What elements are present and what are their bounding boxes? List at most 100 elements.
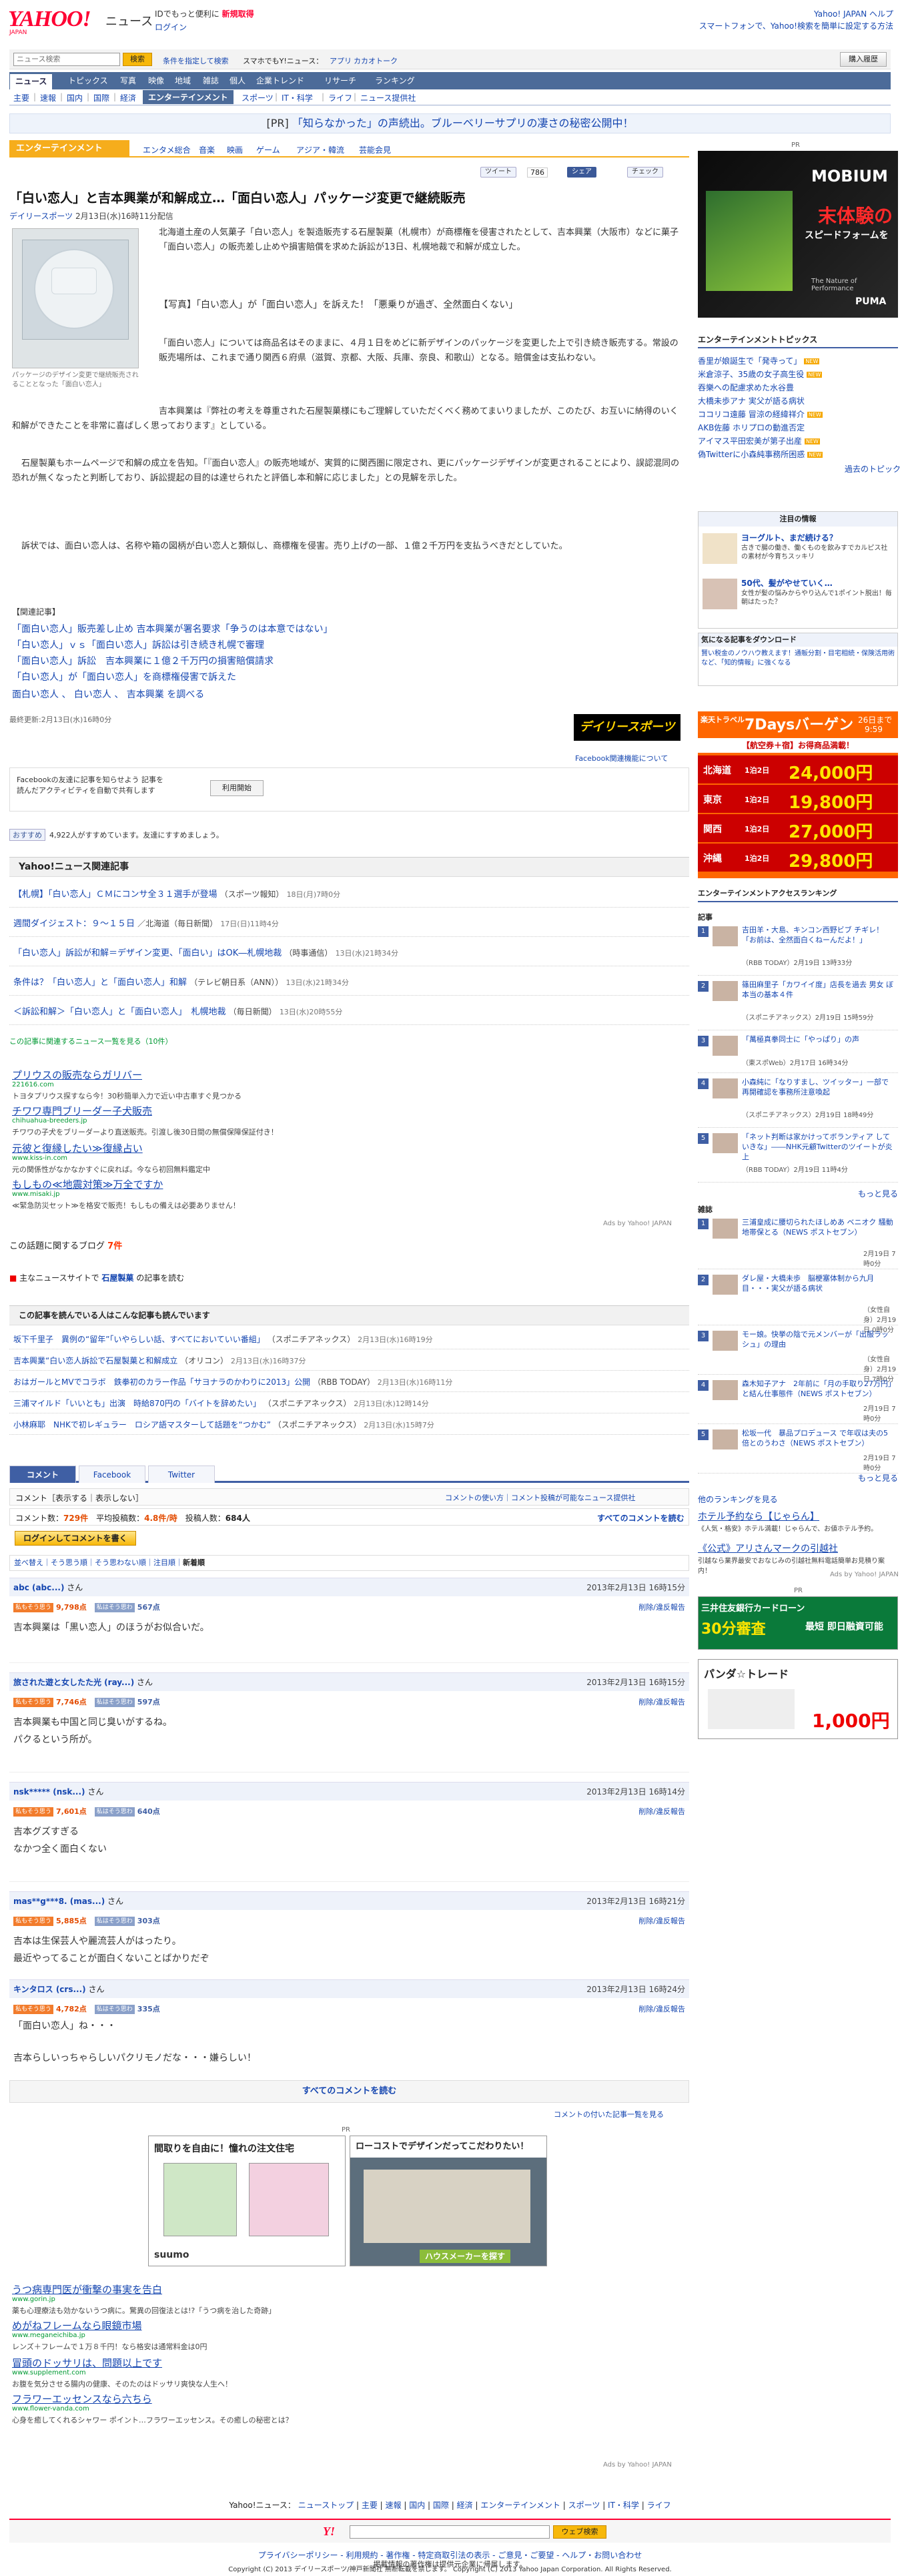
subnav-international[interactable]: 国際 [93,92,109,103]
subnav-economy[interactable]: 経済 [120,92,136,103]
tab-topics[interactable]: トピックス [63,72,113,89]
ad-url[interactable]: www.supplement.com [12,2369,86,2376]
footer-link[interactable]: 国内 [409,2501,425,2510]
rank-thumbnail[interactable] [713,981,738,1001]
related-article-link[interactable]: 「面白い恋人」販売差し止め 吉本興業が署名要求「争うのは本意ではない」 [12,622,332,635]
footer-link[interactable]: ライフ [647,2501,671,2510]
rank-more-link[interactable]: もっと見る [858,1188,898,1199]
daily-sports-logo[interactable]: デイリースポーツ [574,714,681,741]
facebook-start-button[interactable]: 利用開始 [210,780,264,796]
cat-link-movie[interactable]: 映画 [227,144,243,155]
ad-url[interactable]: www.gorin.jp [12,2296,55,2303]
footer-yahoo-logo[interactable]: Y! [323,2525,335,2539]
footer-link[interactable]: ニューストップ [298,2501,354,2510]
rank2-more-link[interactable]: もっと見る [858,1472,898,1484]
ranking-item[interactable]: 2 篠田麻里子「カワイイ度」店長を過去 男女 ぼ本当の基本４件 （スポニチアネックス… [698,978,898,1030]
topic-link[interactable]: AKB佐藤 ホリプロの動進否定 [698,422,805,433]
also-read-title[interactable]: 三浦マイルド「いいとも」出演 時給870円の「バイトを辞めたい」 [13,1399,261,1408]
subnav-flash[interactable]: 速報 [40,92,56,103]
comment-author[interactable]: abc (abc...) [13,1583,64,1592]
cat-link-press[interactable]: 芸能会見 [359,144,391,155]
footer-link[interactable]: 速報 [386,2501,402,2510]
section-title[interactable]: ニュース [105,12,153,29]
also-read-item[interactable]: 吉本興業“白い恋人訴訟で石屋製菓と和解成立 （オリコン） 2月13日(水)16時… [9,1351,689,1371]
rank-title[interactable]: モー娘。快挙の陰で元メンバーが「出服ラッシュ」の理由 [742,1329,894,1349]
ad-title[interactable]: 冒頭のドッサリは、問題以上です [12,2356,162,2370]
disagree-button[interactable]: 私はそう思わない [94,1917,135,1934]
article-source-link[interactable]: デイリースポーツ [9,212,73,221]
tweet-button[interactable]: ツイート [480,167,516,178]
like-button[interactable]: おすすめ [9,829,45,841]
cat-link-general[interactable]: エンタメ総合 [143,144,191,155]
pr-banner[interactable]: [PR] 「知らなかった」の声続出。ブルーベリーサプリの凄さの秘密公開中！ [9,113,891,133]
topic-link[interactable]: 香里が娘誕生で「発寺って」 NEW [698,355,820,366]
rank-title[interactable]: ダレ屋・大橋未歩 脳梗塞体制から九月目・・・実父が語る病状 [742,1273,894,1293]
report-link[interactable]: 削除/違反報告 [638,1602,685,1612]
subnav-sports[interactable]: スポーツ [242,92,274,103]
rank-thumbnail[interactable] [713,1133,738,1153]
footer-link[interactable]: スポーツ [568,2501,600,2510]
ad-url[interactable]: chihuahua-breeders.jp [12,1117,87,1124]
ranking-item[interactable]: 1 吉田羊・大島、キンコン西野ビブ チギレ！「お前は、全然面白くねーんだよ！」 （R… [698,924,898,976]
rank-title[interactable]: 森木知子アナ 2年前に「月の手取り27万円」と結ん仕事態件（NEWS ポストセブ… [742,1379,894,1399]
check-button[interactable]: チェック [627,167,663,178]
rank-title[interactable]: 小森純に「なりすまし、ツイッター」一部で再開確認を事務所注意喚起 [742,1077,894,1097]
comment-author[interactable]: 旅された遊と女したた光 (ray...) [13,1678,134,1687]
disagree-button[interactable]: 私はそう思わない [94,1807,135,1825]
other-ranking-link[interactable]: 他のランキングを見る [698,1494,778,1505]
related-news-title[interactable]: 【札幌】「白い恋人」ＣＭにコンサ全３１選手が登場 [13,890,217,900]
ranking-item[interactable]: 5 「ネット判断は家かけってボランティア していきな」――NHK元顧Twitter… [698,1131,898,1183]
ad-title[interactable]: めがねフレームなら眼鏡市場 [12,2318,142,2332]
cat-link-game[interactable]: ゲーム [256,144,280,155]
report-link[interactable]: 削除/違反報告 [638,1806,685,1817]
agree-button[interactable]: 私もそう思う [13,1917,53,1926]
tab-video[interactable]: 映像 [143,72,169,89]
signup-link[interactable]: 新規取得 [222,9,254,19]
photo-link[interactable]: 【写真】「白い恋人」が「面白い恋人」を訴えた！「悪乗りが過ぎ、全然面白くない」 [159,298,686,312]
topic-link[interactable]: アイマス平田宏美が第子出産 NEW [698,435,820,446]
topic-text[interactable]: 香里が娘誕生で「発寺って」 [698,356,801,366]
news-sites-keyword[interactable]: 石屋製菓 [101,1273,133,1283]
pr-banner-text[interactable]: 「知らなかった」の声続出。ブルーベリーサプリの凄さの秘密公開中！ [292,117,634,129]
ad-title[interactable]: フラワーエッセンスなら六ちら [12,2392,152,2406]
cat-link-asia[interactable]: アジア・韓流 [296,144,344,155]
comment-show-toggle[interactable]: コメント［表示する｜表示しない］ [15,1492,143,1504]
disagree-button[interactable]: 私はそう思わない [94,1698,135,1715]
ad-title[interactable]: 元彼と復縁したい≫復縁占い [12,1141,143,1155]
past-topics-link[interactable]: 過去のトピックス [845,463,900,474]
ranking-item[interactable]: 3 「萬極真拳同士に「やっぱり」の声 （東スポWeb）2月17日 16時34分 [698,1033,898,1073]
blogs-count[interactable]: 7件 [107,1241,122,1251]
subnav-it[interactable]: IT・科学 [282,92,313,103]
ranking-item[interactable]: 2 ダレ屋・大橋未歩 脳梗塞体制から九月目・・・実父が語る病状 （女性自身）2月19… [698,1272,898,1334]
comment-author[interactable]: キンタロス (crs...) [13,1985,86,1994]
related-news-more-link[interactable]: この記事に関連するニュース一覧を見る（10件） [9,1036,172,1046]
side-ads-by-label[interactable]: Ads by Yahoo! JAPAN [830,1571,899,1578]
rank-title[interactable]: 篠田麻里子「カワイイ度」店長を過去 男女 ぼ本当の基本４件 [742,980,894,1000]
also-read-item[interactable]: おはガールとMVでコラボ 鉄拳初のカラー作品「サヨナラのかわりに2013」公開 … [9,1372,689,1392]
agree-button[interactable]: 私もそう思う [13,1807,53,1817]
also-read-title[interactable]: 坂下千里子 異例の“留年”「いやらしい話、すべてにおいていい番組」 [13,1335,265,1344]
related-news-title[interactable]: ＜訴訟和解＞「白い恋人」と「面白い恋人」 札幌地裁 [13,1007,226,1017]
kakao-link[interactable]: カカオトーク [354,55,398,66]
keyword-search-link[interactable]: 面白い恋人 、 白い恋人 、 吉本興業 を調べる [12,687,204,701]
login-link[interactable]: ログイン [155,21,187,33]
related-news-title[interactable]: 週間ダイジェスト：９～１５日 [13,919,135,929]
topic-text[interactable]: 偽Twitterに小森純事務所困惑 [698,450,805,459]
related-article-link[interactable]: 「白い恋人」ｖｓ「面白い恋人」訴訟は引き続き札幌で審理 [12,638,264,651]
topic-text[interactable]: 米倉涼子、35歳の女子高生役 [698,370,804,379]
comment-author[interactable]: mas**g***8. (mas...) [13,1897,105,1906]
related-news-title[interactable]: 条件は？「白い恋人」と「面白い恋人」和解 [13,978,187,988]
related-news-item[interactable]: 条件は？「白い恋人」と「面白い恋人」和解 （テレビ朝日系（ANN）） 13日(水… [9,969,689,996]
tab-ranking[interactable]: ランキング [370,72,420,89]
ad-title[interactable]: うつ病専門医が衝撃の事実を告白 [12,2282,162,2296]
also-read-title[interactable]: 小林麻耶 NHKで初レギュラー ロシア語マスターして話題を“つかむ” [13,1420,271,1429]
topic-link[interactable]: ココリコ遠藤 冒涼の経緯祥介 NEW [698,408,823,420]
subnav-life[interactable]: ライフ [328,92,352,103]
footer-search-button[interactable]: ウェブ検索 [553,2525,606,2539]
side-ad-link-title[interactable]: ホテル予約なら【じゃらん】 [698,1510,819,1523]
ad-url[interactable]: www.kiss-in.com [12,1155,67,1162]
ad-title[interactable]: もしもの≪地震対策≫万全ですか [12,1177,163,1191]
tab-individual[interactable]: 個人 [224,72,251,89]
related-article-link[interactable]: 「白い恋人」が「面白い恋人」を商標権侵害で訴えた [12,670,236,683]
footer-link[interactable]: 主要 [362,2501,378,2510]
